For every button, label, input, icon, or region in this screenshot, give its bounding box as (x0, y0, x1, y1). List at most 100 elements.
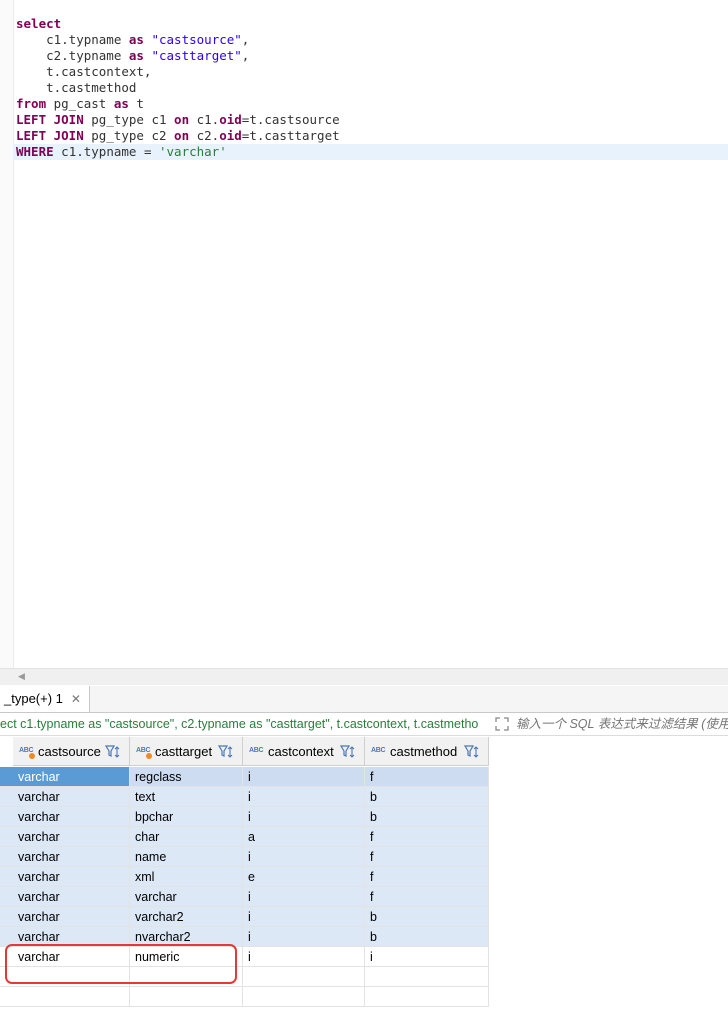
code-line[interactable]: t.castmethod (16, 80, 728, 96)
row-handle[interactable] (0, 907, 13, 927)
sql-keyword: from (16, 96, 47, 111)
filter-sort-icon[interactable] (105, 744, 121, 760)
table-cell[interactable]: i (243, 767, 365, 787)
table-cell[interactable]: b (365, 787, 489, 807)
sql-string: "casttarget" (151, 48, 242, 63)
table-cell[interactable]: text (130, 787, 243, 807)
row-handle[interactable] (0, 787, 13, 807)
table-row[interactable]: varchar text i b (13, 787, 489, 807)
sql-text: c1. (189, 112, 220, 127)
table-cell[interactable]: char (130, 827, 243, 847)
sql-text: pg_type c1 (83, 112, 175, 127)
table-cell[interactable]: b (365, 927, 489, 947)
code-line[interactable]: from pg_cast as t (16, 96, 728, 112)
column-header-castcontext[interactable]: ABC castcontext (243, 737, 365, 766)
table-cell[interactable] (365, 967, 489, 987)
table-cell[interactable] (13, 987, 130, 1007)
table-cell[interactable]: varchar (13, 807, 130, 827)
code-line[interactable]: LEFT JOIN pg_type c1 on c1.oid=t.castsou… (16, 112, 728, 128)
row-handle[interactable] (0, 847, 13, 867)
table-cell[interactable]: f (365, 827, 489, 847)
table-cell[interactable]: e (243, 867, 365, 887)
table-row[interactable]: varchar name i f (13, 847, 489, 867)
table-cell[interactable]: varchar (13, 887, 130, 907)
table-cell[interactable]: i (243, 887, 365, 907)
table-row[interactable]: varchar varchar i f (13, 887, 489, 907)
row-handle[interactable] (0, 987, 13, 1007)
code-line[interactable]: t.castcontext, (16, 64, 728, 80)
sql-keyword: on (174, 112, 190, 127)
code-line[interactable]: WHERE c1.typname = 'varchar' (13, 144, 728, 160)
table-cell[interactable]: varchar (13, 827, 130, 847)
table-cell[interactable]: bpchar (130, 807, 243, 827)
table-cell[interactable] (130, 987, 243, 1007)
table-cell[interactable]: name (130, 847, 243, 867)
column-header-label: castsource (38, 744, 101, 759)
table-cell[interactable]: varchar (13, 787, 130, 807)
table-cell[interactable]: varchar (130, 887, 243, 907)
table-cell[interactable]: varchar (13, 767, 130, 787)
sql-text: , (241, 32, 250, 47)
table-cell[interactable]: i (243, 807, 365, 827)
table-cell[interactable]: f (365, 767, 489, 787)
table-cell[interactable] (365, 987, 489, 1007)
filter-input[interactable] (516, 713, 728, 735)
sql-code[interactable]: select c1.typname as "castsource", c2.ty… (13, 16, 728, 160)
table-row[interactable]: varchar regclass i f (13, 767, 489, 787)
table-cell[interactable]: varchar (13, 847, 130, 867)
code-line[interactable]: LEFT JOIN pg_type c2 on c2.oid=t.casttar… (16, 128, 728, 144)
table-cell[interactable]: b (365, 807, 489, 827)
filter-sort-icon[interactable] (340, 744, 356, 760)
column-header-castmethod[interactable]: ABC castmethod (365, 737, 489, 766)
table-cell[interactable]: b (365, 907, 489, 927)
table-cell[interactable]: i (243, 787, 365, 807)
filter-sort-icon[interactable] (464, 744, 480, 760)
column-header-label: castmethod (390, 744, 458, 759)
table-cell[interactable]: varchar (13, 907, 130, 927)
table-cell[interactable] (243, 987, 365, 1007)
filter-sort-icon[interactable] (218, 744, 234, 760)
sql-editor[interactable]: select c1.typname as "castsource", c2.ty… (0, 0, 728, 668)
table-cell[interactable]: f (365, 867, 489, 887)
editor-horizontal-scrollbar[interactable]: ◀ (0, 668, 728, 685)
table-cell[interactable]: i (365, 947, 489, 967)
tab-result[interactable]: _type(+) 1 ✕ (0, 686, 90, 712)
sql-text: , (241, 48, 250, 63)
row-handle[interactable] (0, 827, 13, 847)
column-header-castsource[interactable]: ABC castsource (13, 737, 130, 766)
code-line[interactable]: c1.typname as "castsource", (16, 32, 728, 48)
row-handle[interactable] (0, 807, 13, 827)
close-icon[interactable]: ✕ (71, 685, 81, 713)
table-row[interactable]: varchar char a f (13, 827, 489, 847)
sql-text: c1.typname = (53, 144, 159, 159)
sql-text: =t.castsource (241, 112, 340, 127)
column-header-casttarget[interactable]: ABC casttarget (130, 737, 243, 766)
expand-icon[interactable] (494, 716, 510, 732)
table-cell[interactable]: f (365, 847, 489, 867)
table-row[interactable]: varchar xml e f (13, 867, 489, 887)
table-cell[interactable]: xml (130, 867, 243, 887)
table-cell[interactable]: i (243, 947, 365, 967)
table-cell[interactable]: f (365, 887, 489, 907)
table-cell[interactable]: i (243, 907, 365, 927)
row-handle[interactable] (0, 767, 13, 787)
table-cell[interactable]: i (243, 847, 365, 867)
sql-keyword: on (174, 128, 190, 143)
table-cell[interactable]: i (243, 927, 365, 947)
table-cell[interactable]: varchar (13, 867, 130, 887)
sql-keyword: LEFT JOIN (16, 128, 84, 143)
row-handle[interactable] (0, 887, 13, 907)
code-line[interactable]: select (16, 16, 728, 32)
table-row[interactable]: varchar varchar2 i b (13, 907, 489, 927)
sql-text: t (128, 96, 144, 111)
table-cell[interactable] (243, 967, 365, 987)
scroll-left-icon[interactable]: ◀ (18, 671, 25, 682)
table-cell[interactable]: a (243, 827, 365, 847)
table-cell[interactable]: varchar2 (130, 907, 243, 927)
row-handle[interactable] (0, 867, 13, 887)
sql-keyword: as (113, 96, 129, 111)
table-row[interactable]: varchar bpchar i b (13, 807, 489, 827)
table-cell[interactable]: regclass (130, 767, 243, 787)
empty-row[interactable] (13, 987, 489, 1007)
code-line[interactable]: c2.typname as "casttarget", (16, 48, 728, 64)
